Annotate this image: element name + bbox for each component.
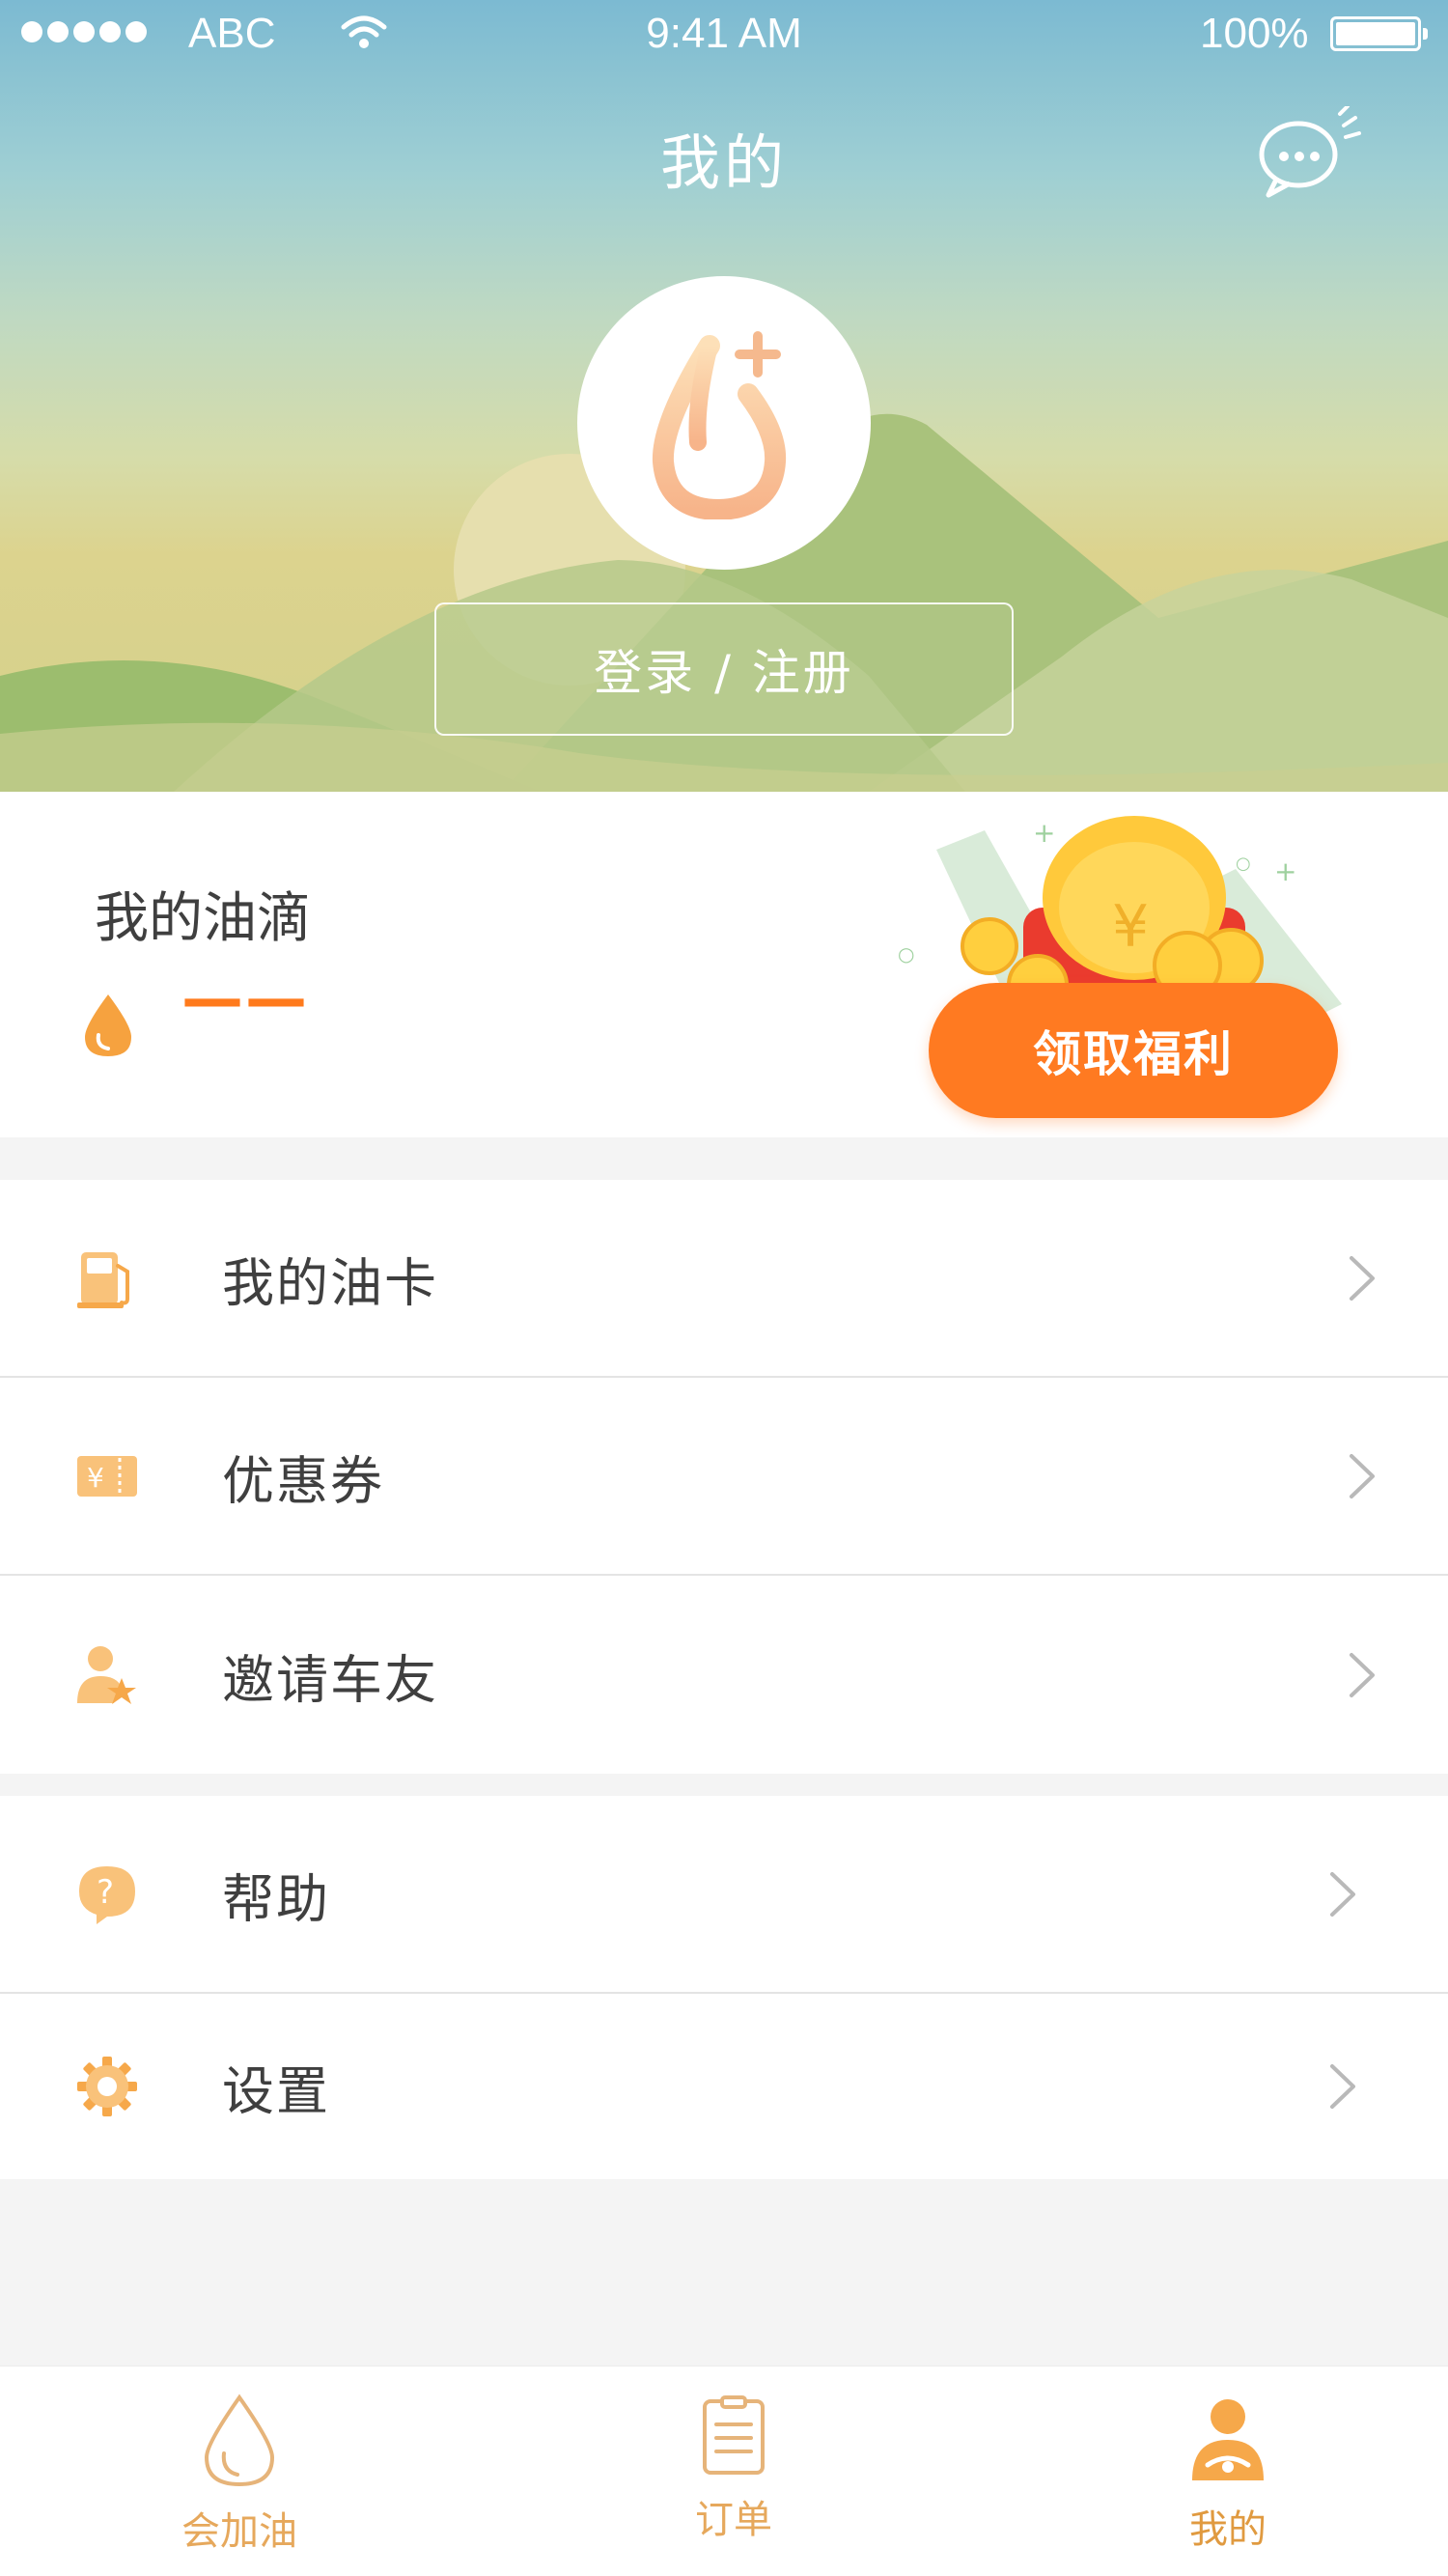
menu-item-invite-friends[interactable]: 邀请车友 [0,1576,1448,1774]
chevron-right-icon [1350,1652,1375,1697]
svg-text:+: + [1033,817,1055,849]
svg-text:+: + [1274,855,1296,887]
chevron-right-icon [1350,1255,1375,1301]
oil-drop-label: 我的油滴 [95,887,311,950]
chevron-right-icon [1330,1871,1355,1917]
svg-text:?: ? [97,1873,114,1912]
page-title: 我的 [659,127,788,198]
avatar[interactable] [577,276,871,570]
claim-benefits-button[interactable]: 领取福利 [929,983,1338,1118]
order-clipboard-icon [703,2395,765,2475]
chevron-right-icon [1330,2064,1355,2109]
svg-text:○: ○ [1236,854,1251,874]
profile-header: ABC 9:41 AM 100% 我的 登录 / 注册 [0,0,1448,792]
login-register-button[interactable]: 登录 / 注册 [434,602,1014,736]
message-bubble-icon[interactable] [1255,106,1371,203]
menu-item-settings[interactable]: 设置 [0,1994,1448,2179]
user-person-icon [1192,2399,1264,2480]
tab-refuel[interactable]: 会加油 [95,2366,384,2576]
tab-label: 会加油 [181,2509,297,2554]
menu-item-help[interactable]: ? 帮助 [0,1796,1448,1994]
menu-item-coupons[interactable]: ¥ 优惠券 [0,1378,1448,1576]
battery-icon [1330,16,1428,51]
chevron-right-icon [1350,1453,1375,1498]
menu-item-label: 我的油卡 [222,1252,438,1313]
menu-group-account: 我的油卡 ¥ 优惠券 邀请车友 [0,1180,1448,1774]
oil-drop-plus-logo-icon [652,331,787,519]
svg-text:¥: ¥ [87,1462,104,1494]
tab-mine[interactable]: 我的 [1083,2366,1373,2576]
menu-item-label: 优惠券 [222,1450,384,1511]
oil-drop-card: 我的油滴 —— ○ + + ○ ¥ 领取福利 [0,792,1448,1137]
tab-label: 订单 [695,2498,772,2542]
oil-drop-value: —— [181,964,309,1035]
menu-item-oil-card[interactable]: 我的油卡 [0,1180,1448,1378]
help-question-icon: ? [79,1865,135,1924]
tab-orders[interactable]: 订单 [589,2366,878,2576]
invite-user-star-icon [77,1645,136,1704]
battery-percentage: 100% [1200,10,1309,57]
oil-drop-icon [85,994,131,1056]
status-bar: ABC 9:41 AM 100% [0,0,1448,68]
settings-gear-icon [77,2057,137,2116]
tab-label: 我的 [1189,2507,1267,2552]
menu-item-label: 设置 [222,2060,330,2122]
coupon-yen-icon: ¥ [77,1455,137,1497]
svg-text:¥: ¥ [1112,893,1149,961]
menu-item-label: 帮助 [222,1868,330,1929]
menu-group-support: ? 帮助 设置 [0,1796,1448,2179]
oil-drop-outline-icon [204,2394,275,2487]
svg-text:○: ○ [898,942,914,966]
fuel-pump-icon [77,1251,129,1308]
tab-bar: 会加油 订单 我的 [0,2366,1448,2576]
menu-item-label: 邀请车友 [222,1649,438,1710]
